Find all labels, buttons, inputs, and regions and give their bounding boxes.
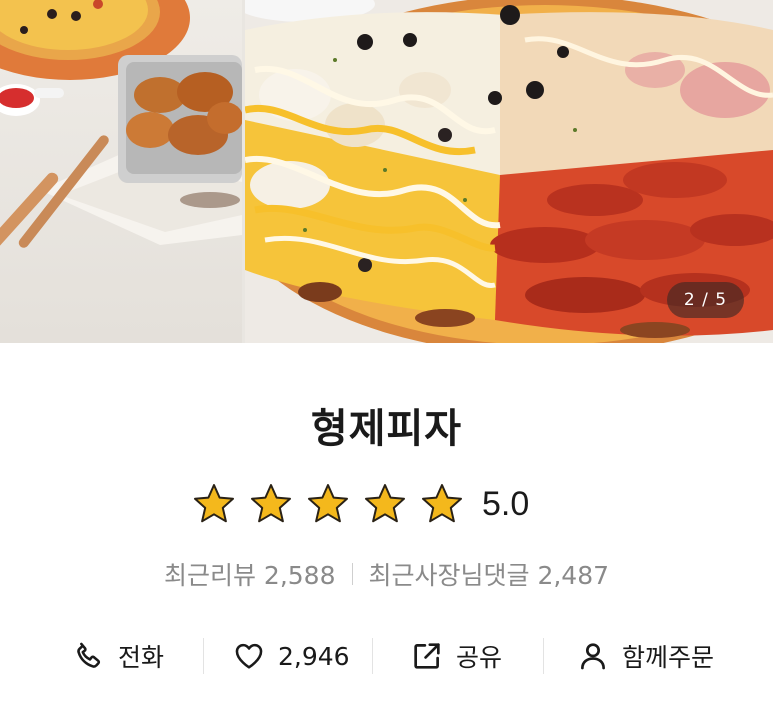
action-bar: 전화 2,946 공유 함께주문 — [0, 628, 773, 684]
group-order-button[interactable]: 함께주문 — [576, 628, 714, 684]
call-button[interactable]: 전화 — [72, 628, 164, 684]
star-icon — [365, 484, 405, 523]
share-icon — [414, 643, 440, 669]
photo-gallery[interactable]: 2 / 5 — [0, 0, 773, 343]
call-label: 전화 — [118, 643, 165, 672]
review-stats: 최근리뷰 2,588 최근사장님댓글 2,487 — [0, 556, 773, 592]
store-name: 형제피자 — [310, 406, 463, 452]
action-divider — [543, 638, 544, 674]
star-icon — [308, 484, 348, 523]
like-button[interactable]: 2,946 — [232, 628, 350, 684]
action-divider — [372, 638, 373, 674]
side-dish-photo[interactable] — [0, 0, 242, 343]
share-button[interactable]: 공유 — [410, 628, 502, 684]
rating-row: 5.0 — [192, 482, 529, 526]
star-icon — [251, 484, 291, 523]
star-icon — [422, 484, 462, 523]
recent-reviews-link[interactable]: 최근리뷰 2,588 — [164, 556, 336, 592]
action-divider — [203, 638, 204, 674]
like-count: 2,946 — [278, 641, 350, 671]
owner-replies-link[interactable]: 최근사장님댓글 2,487 — [369, 556, 610, 592]
phone-icon — [77, 642, 101, 668]
review-divider — [351, 563, 353, 585]
heart-icon — [235, 643, 263, 669]
rating-value: 5.0 — [482, 484, 530, 523]
person-icon — [581, 643, 605, 670]
group-order-label: 함께주문 — [622, 643, 715, 672]
gallery-page-indicator: 2 / 5 — [667, 282, 744, 318]
side-dish-image — [0, 0, 242, 288]
star-icon — [194, 484, 234, 523]
share-label: 공유 — [456, 643, 503, 672]
